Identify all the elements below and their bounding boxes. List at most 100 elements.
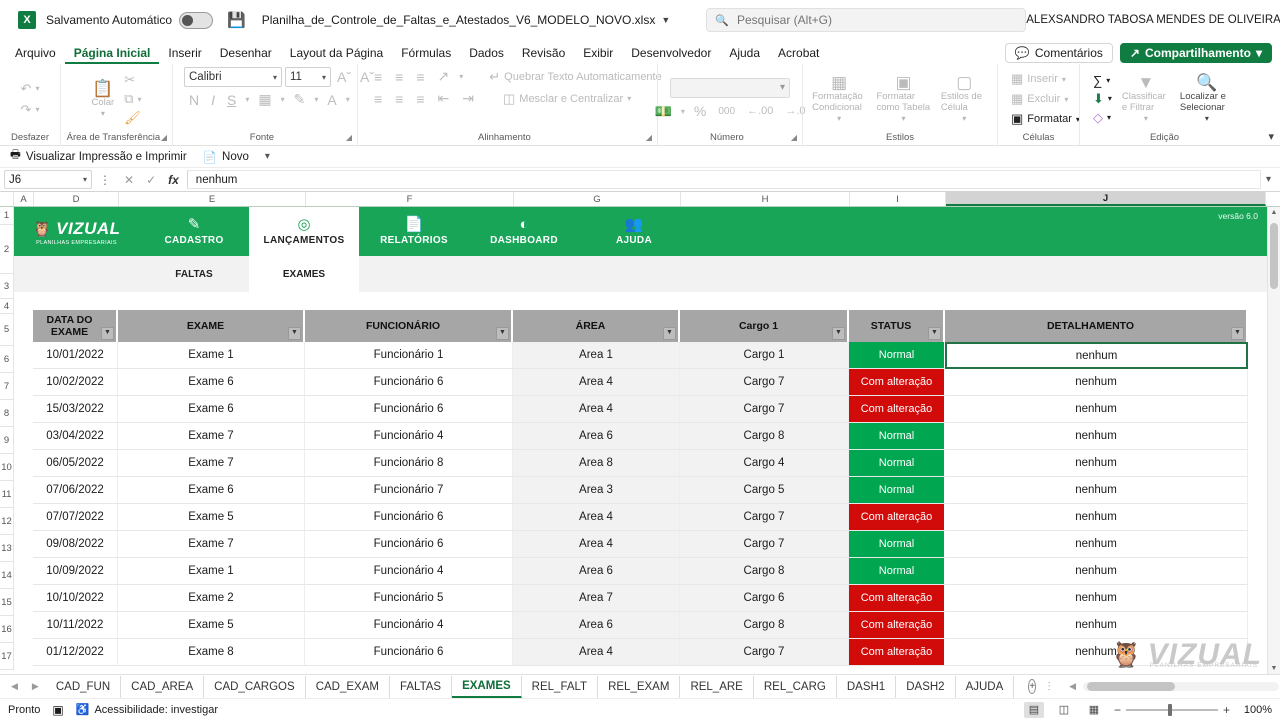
ribbon-tab-inserir[interactable]: Inserir bbox=[159, 42, 210, 64]
page-break-view-icon[interactable]: ▦ bbox=[1084, 702, 1104, 718]
subnav-item-faltas[interactable]: FALTAS bbox=[139, 256, 249, 292]
cell-cargo[interactable]: Cargo 5 bbox=[680, 477, 849, 504]
table-row[interactable]: 10/01/2022 Exame 1 Funcionário 1 Area 1 Carg… bbox=[33, 342, 1267, 369]
orientation-chevron-down-icon[interactable]: ▾ bbox=[459, 72, 463, 81]
table-row[interactable]: 10/10/2022 Exame 2 Funcionário 5 Area 7 Carg… bbox=[33, 585, 1267, 612]
increase-font-size-icon[interactable]: Aˇ bbox=[334, 68, 354, 86]
cell-exame[interactable]: Exame 6 bbox=[118, 369, 305, 396]
fill-color-chevron-down-icon[interactable]: ▾ bbox=[314, 95, 318, 104]
row-header-3[interactable]: 3 bbox=[0, 274, 14, 299]
cell-cargo[interactable]: Cargo 8 bbox=[680, 558, 849, 585]
cell-area[interactable]: Area 4 bbox=[513, 396, 680, 423]
cell-status[interactable]: Com alteração bbox=[849, 612, 945, 639]
filter-icon-cargo[interactable]: ▼ bbox=[832, 327, 845, 340]
sheet-tab-dash1[interactable]: DASH1 bbox=[837, 675, 897, 698]
horizontal-scrollbar[interactable] bbox=[1083, 682, 1280, 691]
cell-area[interactable]: Area 4 bbox=[513, 504, 680, 531]
column-header-H[interactable]: H bbox=[681, 192, 850, 206]
insert-function-icon[interactable]: fx bbox=[162, 173, 185, 187]
autosave-toggle[interactable] bbox=[179, 11, 214, 29]
cell-data[interactable]: 10/11/2022 bbox=[33, 612, 118, 639]
row-header-17[interactable]: 17 bbox=[0, 643, 14, 670]
row-header-6[interactable]: 6 bbox=[0, 346, 14, 373]
align-bottom-icon[interactable]: ≡ bbox=[413, 68, 427, 86]
cell-funcionario[interactable]: Funcionário 4 bbox=[305, 612, 513, 639]
cell-exame[interactable]: Exame 7 bbox=[118, 423, 305, 450]
cell-funcionario[interactable]: Funcionário 5 bbox=[305, 585, 513, 612]
underline-button[interactable]: S bbox=[224, 91, 239, 109]
table-row[interactable]: 10/09/2022 Exame 1 Funcionário 4 Area 6 Carg… bbox=[33, 558, 1267, 585]
vertical-scrollbar[interactable]: ▲ ▼ bbox=[1267, 207, 1280, 674]
accounting-format-icon[interactable]: 💵 bbox=[651, 102, 674, 121]
normal-view-icon[interactable]: ▤ bbox=[1023, 701, 1044, 718]
row-header-12[interactable]: 12 bbox=[0, 508, 14, 535]
comments-button[interactable]: 💬 Comentários bbox=[1004, 43, 1113, 63]
cell-detalhamento[interactable]: nenhum bbox=[945, 558, 1248, 585]
cell-status[interactable]: Normal bbox=[849, 423, 945, 450]
filter-icon-exame[interactable]: ▼ bbox=[288, 327, 301, 340]
cell-cargo[interactable]: Cargo 7 bbox=[680, 369, 849, 396]
document-title-chevron-down-icon[interactable]: ▼ bbox=[661, 15, 670, 25]
cell-cargo[interactable]: Cargo 1 bbox=[680, 342, 849, 369]
cell-exame[interactable]: Exame 7 bbox=[118, 450, 305, 477]
row-header-5[interactable]: 5 bbox=[0, 314, 14, 346]
cell-detalhamento[interactable]: nenhum bbox=[945, 369, 1248, 396]
cell-data[interactable]: 01/12/2022 bbox=[33, 639, 118, 666]
cell-area[interactable]: Area 6 bbox=[513, 423, 680, 450]
cell-area[interactable]: Area 3 bbox=[513, 477, 680, 504]
cell-area[interactable]: Area 4 bbox=[513, 369, 680, 396]
scroll-down-icon[interactable]: ▼ bbox=[1268, 665, 1280, 672]
wrap-text-button[interactable]: ↵ Quebrar Texto Automaticamente bbox=[485, 68, 665, 86]
collapse-ribbon-icon[interactable]: ▾ bbox=[1268, 130, 1274, 143]
ribbon-tab-revisao[interactable]: Revisão bbox=[513, 42, 574, 64]
font-color-icon[interactable]: A bbox=[324, 91, 339, 109]
previous-sheet-icon[interactable]: ◀ bbox=[4, 681, 25, 692]
sheet-tab-rel_exam[interactable]: REL_EXAM bbox=[598, 675, 681, 698]
next-sheet-icon[interactable]: ▶ bbox=[25, 681, 46, 692]
cell-data[interactable]: 10/09/2022 bbox=[33, 558, 118, 585]
new-document-button[interactable]: 📄 Novo bbox=[203, 150, 249, 164]
cell-detalhamento[interactable]: nenhum bbox=[945, 639, 1248, 666]
align-right-icon[interactable]: ≡ bbox=[413, 90, 427, 108]
cell-status[interactable]: Com alteração bbox=[849, 369, 945, 396]
row-header-1[interactable]: 1 bbox=[0, 207, 14, 225]
cell-status[interactable]: Normal bbox=[849, 342, 945, 369]
name-box[interactable]: J6 ▾ bbox=[4, 170, 92, 189]
sheet-tab-cad_cargos[interactable]: CAD_CARGOS bbox=[204, 675, 306, 698]
cell-status[interactable]: Com alteração bbox=[849, 396, 945, 423]
underline-chevron-down-icon[interactable]: ▾ bbox=[245, 95, 249, 104]
font-dialog-launcher-icon[interactable]: ◢ bbox=[346, 131, 352, 145]
cell-funcionario[interactable]: Funcionário 1 bbox=[305, 342, 513, 369]
sheet-tab-cad_fun[interactable]: CAD_FUN bbox=[46, 675, 122, 698]
zoom-in-icon[interactable]: + bbox=[1223, 703, 1230, 717]
cell-exame[interactable]: Exame 6 bbox=[118, 396, 305, 423]
cell-data[interactable]: 10/10/2022 bbox=[33, 585, 118, 612]
search-box[interactable]: 🔍 bbox=[706, 8, 1027, 32]
row-header-11[interactable]: 11 bbox=[0, 481, 14, 508]
number-format-select[interactable]: ▾ bbox=[670, 77, 790, 98]
subnav-item-exames[interactable]: EXAMES bbox=[249, 256, 359, 292]
column-header-J[interactable]: J bbox=[946, 192, 1266, 206]
cell-data[interactable]: 10/02/2022 bbox=[33, 369, 118, 396]
filter-icon-status[interactable]: ▼ bbox=[928, 327, 941, 340]
row-header-8[interactable]: 8 bbox=[0, 400, 14, 427]
row-header-14[interactable]: 14 bbox=[0, 562, 14, 589]
column-header-A[interactable]: A bbox=[14, 192, 34, 206]
sheet-tab-dash2[interactable]: DASH2 bbox=[896, 675, 956, 698]
expand-formula-bar-icon[interactable]: ▾ bbox=[1261, 174, 1276, 185]
align-center-icon[interactable]: ≡ bbox=[392, 90, 406, 108]
cell-area[interactable]: Area 4 bbox=[513, 639, 680, 666]
column-header-I[interactable]: I bbox=[850, 192, 946, 206]
cell-status[interactable]: Normal bbox=[849, 558, 945, 585]
table-row[interactable]: 07/06/2022 Exame 6 Funcionário 7 Area 3 Carg… bbox=[33, 477, 1267, 504]
cell-status[interactable]: Normal bbox=[849, 477, 945, 504]
cell-area[interactable]: Area 6 bbox=[513, 612, 680, 639]
align-left-icon[interactable]: ≡ bbox=[371, 90, 385, 108]
fill-button[interactable]: ⬇ ▾ bbox=[1089, 90, 1116, 108]
find-select-button[interactable]: 🔍 Localizar e Selecionar ▾ bbox=[1176, 72, 1238, 125]
table-row[interactable]: 15/03/2022 Exame 6 Funcionário 6 Area 4 Carg… bbox=[33, 396, 1267, 423]
format-as-table-button[interactable]: ▣ Formatar como Tabela ▾ bbox=[872, 72, 934, 125]
cell-area[interactable]: Area 4 bbox=[513, 531, 680, 558]
cell-detalhamento[interactable]: nenhum bbox=[945, 450, 1248, 477]
cell-funcionario[interactable]: Funcionário 4 bbox=[305, 558, 513, 585]
